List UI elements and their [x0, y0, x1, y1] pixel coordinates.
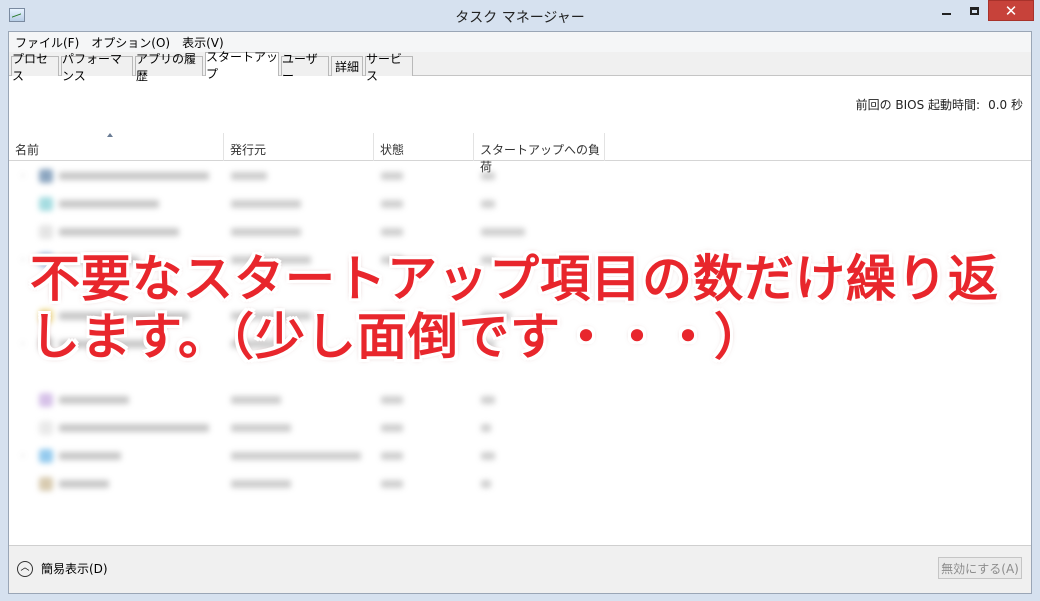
list-item[interactable]: ›: [9, 167, 659, 185]
window-title: タスク マネージャー: [455, 10, 585, 26]
annotation-line-1: 不要なスタートアップ項目の数だけ繰り返: [30, 250, 999, 308]
minimize-icon: [941, 12, 951, 15]
list-item[interactable]: [9, 195, 659, 213]
tab-processes[interactable]: プロセス: [11, 52, 59, 83]
sort-ascending-icon: [107, 133, 113, 137]
bios-value: 0.0 秒: [988, 98, 1023, 112]
disable-button[interactable]: 無効にする(A): [938, 557, 1022, 579]
maximize-button[interactable]: [960, 0, 988, 21]
column-header: 名前 発行元 状態 スタートアップへの負荷: [9, 133, 1031, 174]
expand-icon: ›: [21, 171, 25, 181]
tab-services[interactable]: サービス: [365, 52, 413, 83]
column-publisher[interactable]: 発行元: [224, 133, 374, 161]
tab-startup[interactable]: スタートアップ: [205, 50, 279, 81]
list-item[interactable]: [9, 391, 659, 409]
close-icon: ✕: [1004, 1, 1018, 20]
app-icon: [39, 197, 53, 211]
close-button[interactable]: ✕: [988, 0, 1034, 21]
menu-file[interactable]: ファイル(F): [9, 34, 85, 51]
tab-app-history[interactable]: アプリの履歴: [135, 52, 203, 83]
tab-details[interactable]: 詳細: [331, 56, 363, 76]
column-publisher-label: 発行元: [230, 143, 267, 157]
menu-options[interactable]: オプション(O): [85, 34, 176, 51]
maximize-icon: [969, 6, 979, 15]
tab-users[interactable]: ユーザー: [281, 52, 329, 83]
bios-time: 前回の BIOS 起動時間: 0.0 秒: [856, 96, 1023, 113]
column-name[interactable]: 名前: [9, 133, 224, 161]
app-icon: [39, 421, 53, 435]
list-item[interactable]: [9, 475, 659, 493]
app-icon: [39, 393, 53, 407]
title-bar[interactable]: タスク マネージャー ✕: [0, 0, 1040, 30]
annotation-line-2: します。（少し面倒です・・・）: [30, 308, 765, 366]
tab-performance[interactable]: パフォーマンス: [61, 52, 133, 83]
app-icon: [39, 477, 53, 491]
expand-icon: ›: [21, 339, 25, 349]
chevron-up-icon: ︿: [17, 560, 33, 577]
fewer-details-link[interactable]: ︿ 簡易表示(D): [17, 560, 108, 577]
app-icon: [39, 449, 53, 463]
bios-label: 前回の BIOS 起動時間:: [855, 98, 981, 112]
column-name-label: 名前: [15, 143, 40, 157]
annotation-overlay: 不要なスタートアップ項目の数だけ繰り返 します。（少し面倒です・・・）: [30, 250, 1020, 366]
app-icon: [39, 169, 53, 183]
tab-bar: プロセス パフォーマンス アプリの履歴 スタートアップ ユーザー 詳細 サービス: [9, 50, 1031, 83]
list-item[interactable]: [9, 419, 659, 437]
expand-icon: ›: [21, 451, 25, 461]
minimize-button[interactable]: [932, 0, 960, 21]
column-impact[interactable]: スタートアップへの負荷: [474, 133, 605, 174]
task-manager-window: タスク マネージャー ✕ ファイル(F) オプション(O) 表示(V) プロセス…: [0, 0, 1040, 601]
column-status[interactable]: 状態: [374, 133, 474, 161]
list-item[interactable]: [9, 223, 659, 241]
expand-icon: ›: [21, 255, 25, 265]
app-icon: [39, 225, 53, 239]
footer-bar: ︿ 簡易表示(D) 無効にする(A): [9, 545, 1031, 593]
fewer-details-label: 簡易表示(D): [41, 562, 108, 576]
column-status-label: 状態: [380, 143, 405, 157]
list-item[interactable]: ›: [9, 447, 659, 465]
